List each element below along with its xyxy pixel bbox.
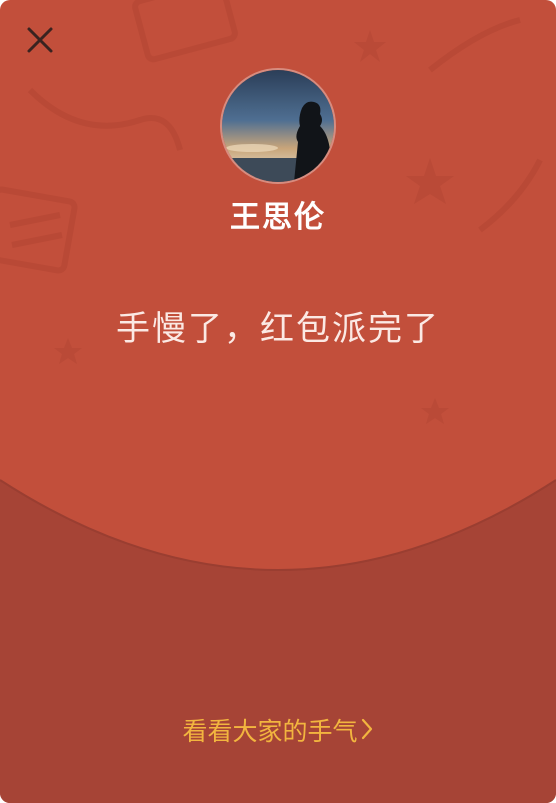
see-luck-link[interactable]: 看看大家的手气	[0, 710, 556, 755]
chevron-right-icon	[360, 711, 374, 755]
red-envelope-card: 王思伦 手慢了，红包派完了 看看大家的手气	[0, 0, 556, 803]
close-icon	[27, 27, 53, 53]
envelope-message: 手慢了，红包派完了	[116, 309, 440, 349]
sender-name: 王思伦	[230, 200, 326, 235]
see-luck-label: 看看大家的手气	[182, 717, 358, 746]
avatar	[220, 68, 336, 184]
close-button[interactable]	[18, 20, 60, 62]
avatar-silhouette-sunset	[222, 70, 334, 182]
